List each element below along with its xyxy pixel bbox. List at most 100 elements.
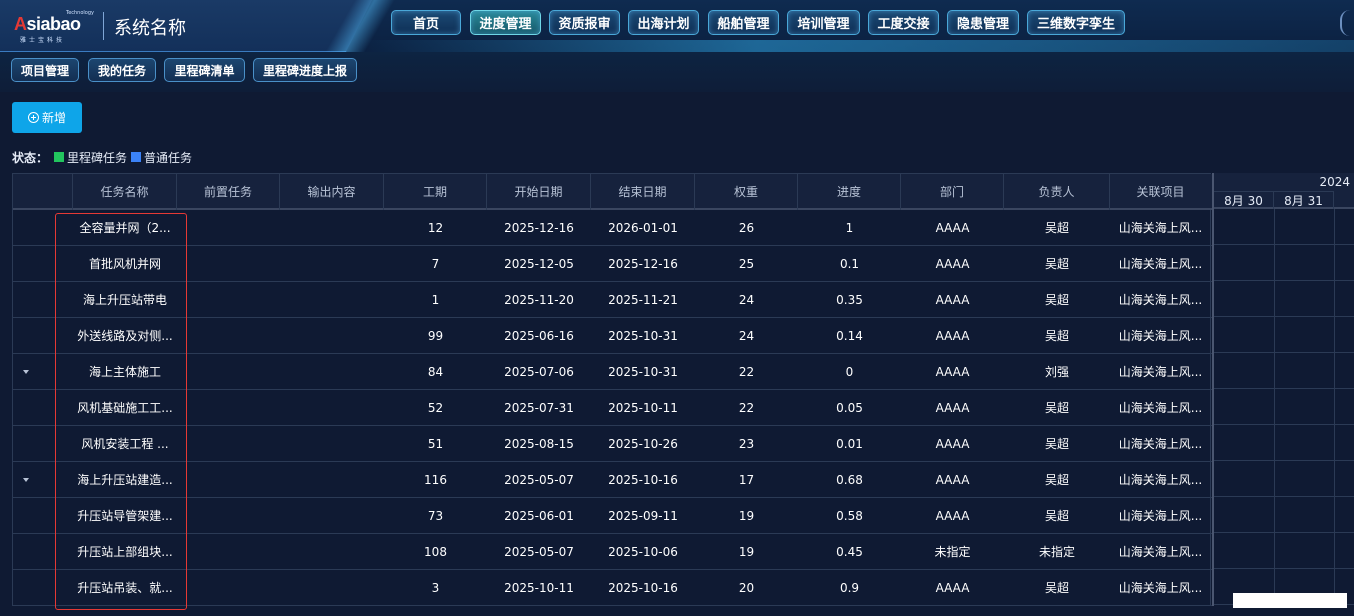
nav-item-6[interactable]: 工度交接 <box>868 10 939 35</box>
cell-end: 2025-12-16 <box>608 257 678 271</box>
cell-progress: 0.35 <box>836 293 863 307</box>
cell-project: 山海关海上风... <box>1118 221 1203 235</box>
cell-progress: 1 <box>845 221 854 235</box>
gantt-scrollbar-thumb[interactable] <box>1233 593 1347 608</box>
cell-start: 2025-05-07 <box>504 473 574 487</box>
subnav-item-2[interactable]: 里程碑清单 <box>164 58 245 82</box>
column-header-6[interactable]: 结束日期 <box>591 174 695 210</box>
legend-item-1: 普通任务 <box>144 150 193 165</box>
cell-progress: 0.9 <box>839 581 860 595</box>
column-header-2[interactable]: 前置任务 <box>177 174 280 210</box>
logo-brand: Asiabao <box>14 14 81 35</box>
header-glow <box>360 40 1354 52</box>
cell-start: 2025-07-06 <box>504 365 574 379</box>
cell-end: 2025-10-11 <box>608 401 678 415</box>
add-button[interactable]: 新增 <box>12 102 82 133</box>
task-table: 任务名称 前置任务 输出内容 工期 开始日期 结束日期 权重 进度 部门 负责人 关联项目 全容量并… <box>12 173 1212 606</box>
cell-dept: AAAA <box>935 473 970 487</box>
column-header-5[interactable]: 开始日期 <box>487 174 591 210</box>
nav-item-2[interactable]: 资质报审 <box>549 10 620 35</box>
table-row[interactable]: 海上升压站建造... 116 2025-05-07 2025-10-16 17 0.68 A… <box>13 462 1212 498</box>
table-row[interactable]: 外送线路及对侧... 99 2025-06-16 2025-10-31 24 0.14 AA… <box>13 318 1212 354</box>
header-right-icon[interactable] <box>1340 10 1354 36</box>
cell-owner: 吴超 <box>1044 221 1069 235</box>
cell-dept: 未指定 <box>934 545 971 559</box>
cell-pre <box>177 246 280 282</box>
cell-pre <box>177 390 280 426</box>
cell-progress: 0.14 <box>836 329 863 343</box>
nav-item-1[interactable]: 进度管理 <box>470 10 541 35</box>
cell-end: 2025-10-26 <box>608 437 678 451</box>
column-header-7[interactable]: 权重 <box>695 174 798 210</box>
cell-pre <box>177 318 280 354</box>
column-header-10[interactable]: 负责人 <box>1004 174 1110 210</box>
table-row[interactable]: 首批风机并网 7 2025-12-05 2025-12-16 25 0.1 AAAA 吴超 山海… <box>13 246 1212 282</box>
expand-caret-icon[interactable] <box>23 370 29 374</box>
cell-weight: 19 <box>738 509 755 523</box>
table-row[interactable]: 风机安装工程 ... 51 2025-08-15 2025-10-26 23 0.01 AA… <box>13 426 1212 462</box>
cell-pre <box>177 570 280 606</box>
cell-duration: 12 <box>427 221 444 235</box>
table-row[interactable]: 海上主体施工 84 2025-07-06 2025-10-31 22 0 AAAA 刘强 山海关… <box>13 354 1212 390</box>
column-header-8[interactable]: 进度 <box>798 174 901 210</box>
gantt-row <box>1214 317 1354 353</box>
cell-weight: 23 <box>738 437 755 451</box>
cell-name: 外送线路及对侧... <box>77 329 173 343</box>
gantt-row <box>1214 245 1354 281</box>
table-row[interactable]: 升压站导管架建... 73 2025-06-01 2025-09-11 19 0.58 AA… <box>13 498 1212 534</box>
cell-project: 山海关海上风... <box>1118 329 1203 343</box>
column-header-3[interactable]: 输出内容 <box>280 174 384 210</box>
subnav-item-3[interactable]: 里程碑进度上报 <box>253 58 357 82</box>
nav-item-3[interactable]: 出海计划 <box>628 10 699 35</box>
cell-progress: 0.45 <box>836 545 863 559</box>
cell-owner: 刘强 <box>1044 365 1069 379</box>
table-row[interactable]: 升压站上部组块... 108 2025-05-07 2025-10-06 19 0.45 未… <box>13 534 1212 570</box>
cell-dept: AAAA <box>935 221 970 235</box>
nav-item-5[interactable]: 培训管理 <box>787 10 860 35</box>
nav-item-7[interactable]: 隐患管理 <box>947 10 1019 35</box>
gantt-day-0: 8月 30 <box>1214 191 1274 209</box>
table-row[interactable]: 升压站吊装、就... 3 2025-10-11 2025-10-16 20 0.9 AAAA… <box>13 570 1212 606</box>
cell-duration: 52 <box>427 401 444 415</box>
column-header-1[interactable]: 任务名称 <box>73 174 177 210</box>
expand-caret-icon[interactable] <box>23 478 29 482</box>
gantt-row <box>1214 533 1354 569</box>
cell-weight: 24 <box>738 293 755 307</box>
company-logo[interactable]: Technology Asiabao 雅士宝科技 <box>14 10 94 44</box>
cell-duration: 73 <box>427 509 444 523</box>
cell-name: 全容量并网（2... <box>79 221 171 235</box>
nav-item-4[interactable]: 船舶管理 <box>708 10 779 35</box>
subnav-item-0[interactable]: 项目管理 <box>11 58 79 82</box>
column-header-9[interactable]: 部门 <box>901 174 1004 210</box>
cell-owner: 吴超 <box>1044 437 1069 451</box>
cell-name: 海上升压站带电 <box>82 293 167 307</box>
cell-weight: 24 <box>738 329 755 343</box>
cell-end: 2025-11-21 <box>608 293 678 307</box>
cell-name: 升压站吊装、就... <box>77 581 173 595</box>
nav-item-8[interactable]: 三维数字孪生 <box>1027 10 1125 35</box>
cell-end: 2025-09-11 <box>608 509 678 523</box>
cell-dept: AAAA <box>935 293 970 307</box>
table-row[interactable]: 全容量并网（2... 12 2025-12-16 2026-01-01 26 1 AAAA 吴… <box>13 210 1212 246</box>
table-row[interactable]: 风机基础施工工... 52 2025-07-31 2025-10-11 22 0.05 AA… <box>13 390 1212 426</box>
cell-pre <box>177 354 280 390</box>
cell-start: 2025-12-05 <box>504 257 574 271</box>
cell-pre <box>177 210 280 246</box>
cell-end: 2026-01-01 <box>608 221 678 235</box>
cell-duration: 99 <box>427 329 444 343</box>
cell-start: 2025-11-20 <box>504 293 574 307</box>
table-row[interactable]: 海上升压站带电 1 2025-11-20 2025-11-21 24 0.35 AAAA 吴超… <box>13 282 1212 318</box>
cell-project: 山海关海上风... <box>1118 509 1203 523</box>
column-header-4[interactable]: 工期 <box>384 174 487 210</box>
header-divider <box>103 12 104 40</box>
subnav-item-1[interactable]: 我的任务 <box>88 58 156 82</box>
nav-item-0[interactable]: 首页 <box>391 10 461 35</box>
cell-dept: AAAA <box>935 581 970 595</box>
cell-project: 山海关海上风... <box>1118 545 1203 559</box>
column-header-11[interactable]: 关联项目 <box>1110 174 1211 210</box>
cell-duration: 3 <box>431 581 440 595</box>
cell-progress: 0.1 <box>839 257 860 271</box>
legend-swatch-0 <box>54 152 65 162</box>
cell-progress: 0 <box>845 365 854 379</box>
gantt-row <box>1214 425 1354 461</box>
